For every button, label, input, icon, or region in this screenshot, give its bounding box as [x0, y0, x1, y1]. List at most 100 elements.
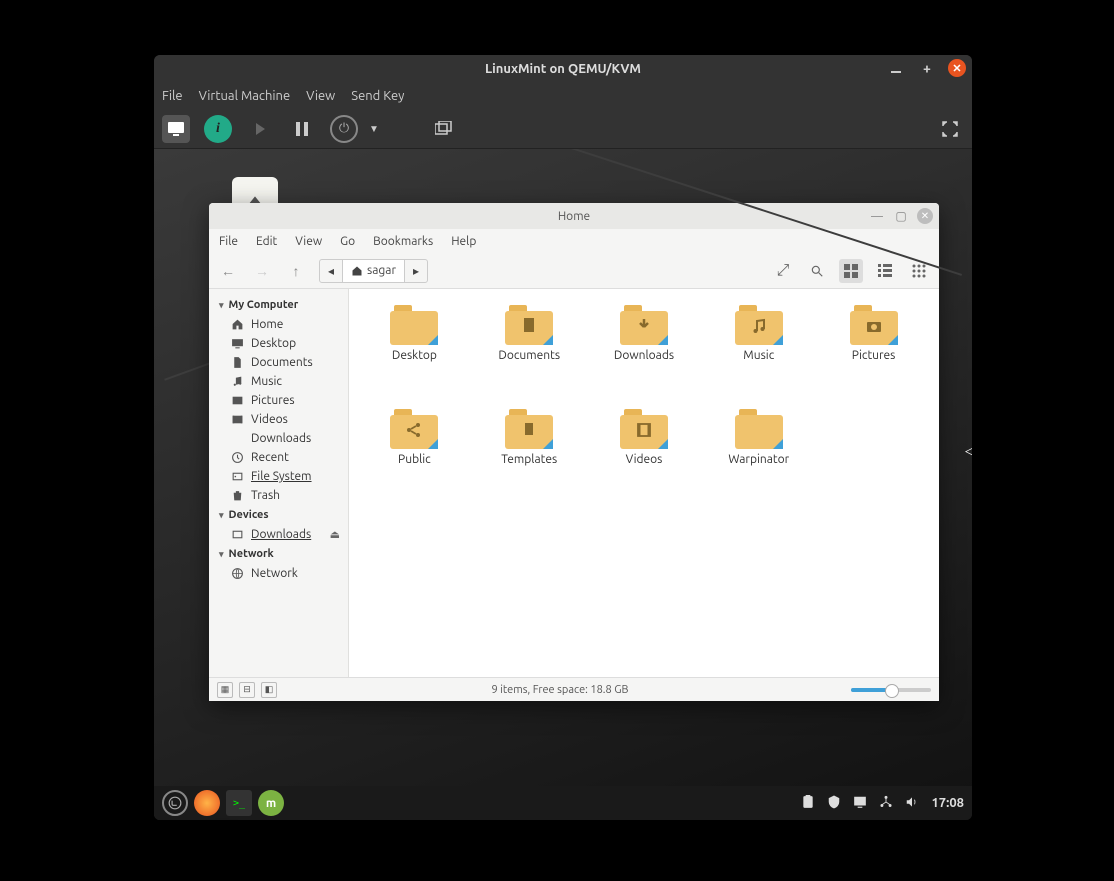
folder-templates[interactable]: Templates — [474, 409, 585, 509]
back-button[interactable]: ← — [217, 260, 239, 282]
menu-virtual-machine[interactable]: Virtual Machine — [199, 89, 291, 103]
tray-clock[interactable]: 17:08 — [931, 796, 964, 810]
menu-send-key[interactable]: Send Key — [351, 89, 404, 103]
fm-close-button[interactable]: ✕ — [917, 208, 933, 224]
net-icon — [231, 567, 244, 580]
power-icon[interactable]: ⏻ — [330, 115, 358, 143]
power-dropdown-icon[interactable]: ▼ — [360, 115, 388, 143]
doc-icon — [231, 356, 244, 369]
sidebar-item-file-system[interactable]: File System — [209, 467, 348, 486]
search-icon[interactable] — [805, 259, 829, 283]
folder-label: Warpinator — [728, 453, 789, 466]
tray-display-icon[interactable] — [853, 795, 867, 812]
sidebar-header-network[interactable]: Network — [209, 544, 348, 564]
path-segment-home[interactable]: sagar — [343, 260, 405, 282]
close-button[interactable]: ✕ — [948, 59, 966, 77]
snapshot-icon[interactable] — [430, 115, 458, 143]
fm-menu-view[interactable]: View — [295, 235, 322, 248]
sidebar-item-downloads[interactable]: Downloads — [209, 429, 348, 448]
fm-content-area[interactable]: Desktop Documents DownloadsMusicPictures Pu… — [349, 289, 939, 677]
folder-warpinator[interactable]: Warpinator — [703, 409, 814, 509]
up-button[interactable]: ↑ — [285, 260, 307, 282]
vm-titlebar[interactable]: LinuxMint on QEMU/KVM + ✕ — [154, 55, 972, 83]
folder-icon — [620, 409, 668, 449]
sidebar-item-pictures[interactable]: Pictures — [209, 391, 348, 410]
play-icon[interactable] — [246, 115, 274, 143]
sidebar-header-devices[interactable]: Devices — [209, 505, 348, 525]
taskbar-firefox-icon[interactable] — [194, 790, 220, 816]
sidebar-item-network[interactable]: Network — [209, 564, 348, 583]
compact-view-button[interactable] — [907, 259, 931, 283]
folder-desktop[interactable]: Desktop — [359, 305, 470, 405]
sidebar-item-downloads[interactable]: Downloads⏏ — [209, 525, 348, 544]
sidebar-item-home[interactable]: Home — [209, 315, 348, 334]
console-icon[interactable] — [162, 115, 190, 143]
folder-icon — [735, 305, 783, 345]
sidebar-item-recent[interactable]: Recent — [209, 448, 348, 467]
status-toggle-icon[interactable]: ◧ — [261, 682, 277, 698]
folder-videos[interactable]: Videos — [589, 409, 700, 509]
tray-volume-icon[interactable] — [905, 795, 919, 812]
maximize-button[interactable]: + — [918, 59, 936, 77]
fullscreen-icon[interactable] — [936, 115, 964, 143]
folder-downloads[interactable]: Downloads — [589, 305, 700, 405]
fm-maximize-button[interactable]: ▢ — [893, 208, 909, 224]
status-tree-icon[interactable]: ⊟ — [239, 682, 255, 698]
taskbar-terminal-icon[interactable]: >_ — [226, 790, 252, 816]
forward-button[interactable]: → — [251, 260, 273, 282]
sidebar-item-music[interactable]: Music — [209, 372, 348, 391]
fm-menu-bookmarks[interactable]: Bookmarks — [373, 235, 433, 248]
tray-clipboard-icon[interactable] — [801, 795, 815, 812]
folder-pictures[interactable]: Pictures — [818, 305, 929, 405]
folder-documents[interactable]: Documents — [474, 305, 585, 405]
eject-icon[interactable]: ⏏ — [330, 528, 340, 541]
toggle-location-icon[interactable]: ⤢ — [771, 259, 795, 283]
pic-icon — [231, 394, 244, 407]
vm-window: LinuxMint on QEMU/KVM + ✕ File Virtual M… — [154, 55, 972, 820]
mint-menu-button[interactable] — [162, 790, 188, 816]
taskbar-mint-icon[interactable]: m — [258, 790, 284, 816]
breadcrumb-label: sagar — [367, 264, 396, 277]
sidebar-item-desktop[interactable]: Desktop — [209, 334, 348, 353]
fm-titlebar[interactable]: Home — ▢ ✕ — [209, 203, 939, 229]
folder-label: Public — [398, 453, 431, 466]
icon-view-button[interactable] — [839, 259, 863, 283]
folder-label: Videos — [626, 453, 663, 466]
taskbar: >_ m 17:08 — [154, 786, 972, 820]
pause-icon[interactable] — [288, 115, 316, 143]
zoom-slider[interactable] — [851, 688, 931, 692]
folder-icon — [620, 305, 668, 345]
sidebar-header-my-computer[interactable]: My Computer — [209, 295, 348, 315]
sidebar-item-videos[interactable]: Videos — [209, 410, 348, 429]
menu-file[interactable]: File — [162, 89, 183, 103]
fm-menu-help[interactable]: Help — [451, 235, 476, 248]
folder-label: Documents — [498, 349, 560, 362]
fm-minimize-button[interactable]: — — [869, 208, 885, 224]
folder-music[interactable]: Music — [703, 305, 814, 405]
menu-view[interactable]: View — [306, 89, 335, 103]
vm-title: LinuxMint on QEMU/KVM — [485, 62, 641, 76]
status-places-icon[interactable]: ▦ — [217, 682, 233, 698]
vm-menubar: File Virtual Machine View Send Key — [154, 83, 972, 109]
tray-shield-icon[interactable] — [827, 795, 841, 812]
folder-public[interactable]: Public — [359, 409, 470, 509]
tray-network-icon[interactable] — [879, 795, 893, 812]
guest-desktop[interactable]: ◁ ▷ Home — ▢ ✕ File Edit View Go Bookmar… — [154, 149, 972, 820]
path-prev-button[interactable]: ◂ — [320, 260, 343, 282]
vm-toolbar: i ⏻ ▼ — [154, 109, 972, 149]
minimize-button[interactable] — [888, 59, 906, 77]
sidebar-item-documents[interactable]: Documents — [209, 353, 348, 372]
path-next-button[interactable]: ▸ — [405, 260, 427, 282]
info-icon[interactable]: i — [204, 115, 232, 143]
sidebar-item-trash[interactable]: Trash — [209, 486, 348, 505]
list-view-button[interactable] — [873, 259, 897, 283]
fm-menu-edit[interactable]: Edit — [256, 235, 277, 248]
fs-icon — [231, 470, 244, 483]
status-text: 9 items, Free space: 18.8 GB — [277, 684, 843, 696]
folder-icon — [390, 409, 438, 449]
recent-icon — [231, 451, 244, 464]
resize-handle-icon[interactable]: ◁ ▷ — [965, 444, 972, 459]
fm-menu-go[interactable]: Go — [340, 235, 355, 248]
music-icon — [231, 375, 244, 388]
fm-menu-file[interactable]: File — [219, 235, 238, 248]
